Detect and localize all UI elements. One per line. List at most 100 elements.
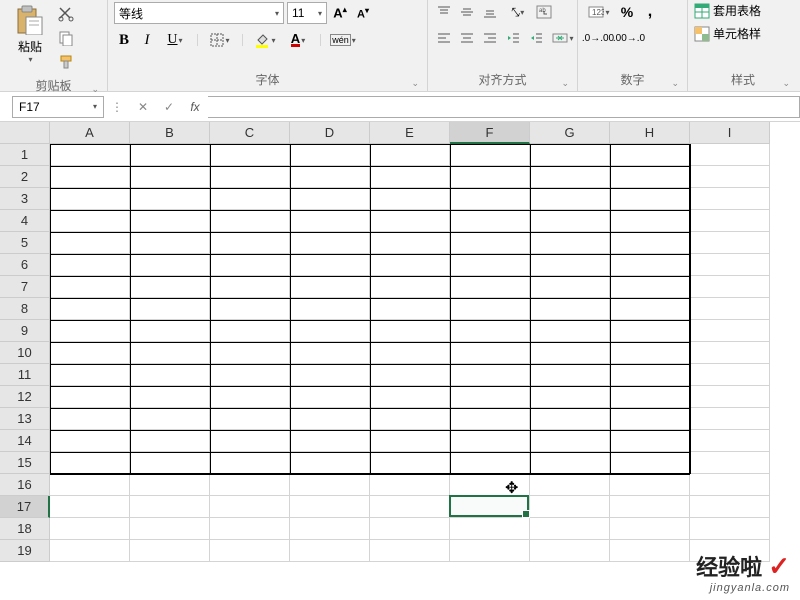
cell[interactable] [450, 430, 530, 452]
cell[interactable] [370, 430, 450, 452]
align-left-button[interactable] [434, 28, 454, 48]
row-header-18[interactable]: 18 [0, 518, 50, 540]
column-header-B[interactable]: B [130, 122, 210, 144]
cell[interactable] [690, 166, 770, 188]
row-header-17[interactable]: 17 [0, 496, 50, 518]
cell[interactable] [370, 452, 450, 474]
cell[interactable] [450, 364, 530, 386]
cell[interactable] [50, 386, 130, 408]
cell[interactable] [370, 144, 450, 166]
cell[interactable] [50, 474, 130, 496]
cell[interactable] [370, 474, 450, 496]
cell[interactable] [690, 298, 770, 320]
cell[interactable] [610, 342, 690, 364]
column-header-C[interactable]: C [210, 122, 290, 144]
cells-area[interactable] [50, 144, 770, 562]
copy-button[interactable] [56, 28, 76, 48]
cell[interactable] [370, 232, 450, 254]
row-header-11[interactable]: 11 [0, 364, 50, 386]
cell[interactable] [610, 166, 690, 188]
font-size-select[interactable]: 11 ▾ [287, 2, 327, 24]
cell[interactable] [50, 430, 130, 452]
column-header-A[interactable]: A [50, 122, 130, 144]
cell[interactable] [290, 540, 370, 562]
align-top-button[interactable] [434, 2, 454, 22]
cell[interactable] [210, 188, 290, 210]
column-header-D[interactable]: D [290, 122, 370, 144]
accounting-format-button[interactable]: 123▾ [584, 2, 614, 22]
row-header-4[interactable]: 4 [0, 210, 50, 232]
cell[interactable] [370, 276, 450, 298]
cell[interactable] [210, 342, 290, 364]
row-header-19[interactable]: 19 [0, 540, 50, 562]
cell[interactable] [530, 496, 610, 518]
cell[interactable] [50, 540, 130, 562]
cell[interactable] [610, 518, 690, 540]
cell[interactable] [690, 518, 770, 540]
row-header-10[interactable]: 10 [0, 342, 50, 364]
cell[interactable] [210, 166, 290, 188]
cell[interactable] [290, 320, 370, 342]
cell[interactable] [290, 430, 370, 452]
align-middle-button[interactable] [457, 2, 477, 22]
cell[interactable] [210, 386, 290, 408]
cell[interactable] [370, 210, 450, 232]
row-header-5[interactable]: 5 [0, 232, 50, 254]
cell[interactable] [370, 386, 450, 408]
increase-font-button[interactable]: A▴ [330, 3, 350, 23]
cell[interactable] [130, 342, 210, 364]
cell[interactable] [290, 496, 370, 518]
cell[interactable] [370, 342, 450, 364]
cell[interactable] [450, 320, 530, 342]
cell[interactable] [50, 144, 130, 166]
cell[interactable] [370, 540, 450, 562]
cell[interactable] [130, 320, 210, 342]
cell[interactable] [610, 540, 690, 562]
decrease-indent-button[interactable] [503, 28, 523, 48]
cell[interactable] [610, 276, 690, 298]
cell[interactable] [530, 144, 610, 166]
cell[interactable] [610, 210, 690, 232]
cell[interactable] [530, 430, 610, 452]
cell[interactable] [370, 364, 450, 386]
cell[interactable] [50, 166, 130, 188]
select-all-corner[interactable] [0, 122, 50, 144]
cell[interactable] [530, 320, 610, 342]
cell[interactable] [450, 166, 530, 188]
expand-formula-bar-button[interactable]: ⋮ [104, 96, 130, 118]
cell[interactable] [450, 452, 530, 474]
cell[interactable] [210, 364, 290, 386]
cell[interactable] [130, 210, 210, 232]
cell[interactable] [530, 166, 610, 188]
format-painter-button[interactable] [56, 52, 76, 72]
cell[interactable] [370, 254, 450, 276]
cell[interactable] [210, 474, 290, 496]
cell[interactable] [130, 232, 210, 254]
row-header-2[interactable]: 2 [0, 166, 50, 188]
cell[interactable] [210, 540, 290, 562]
cell[interactable] [290, 452, 370, 474]
cell[interactable] [210, 452, 290, 474]
cell[interactable] [210, 298, 290, 320]
cell[interactable] [290, 144, 370, 166]
row-header-12[interactable]: 12 [0, 386, 50, 408]
cell[interactable] [450, 298, 530, 320]
bold-button[interactable]: B [114, 30, 134, 50]
cell[interactable] [130, 408, 210, 430]
enter-button[interactable]: ✓ [156, 96, 182, 118]
cell[interactable] [690, 452, 770, 474]
cell[interactable] [370, 166, 450, 188]
wrap-text-button[interactable]: ab [534, 2, 554, 22]
cell[interactable] [610, 474, 690, 496]
paste-button[interactable]: 粘贴 ▾ [6, 2, 54, 66]
cell[interactable] [610, 320, 690, 342]
cell[interactable] [290, 364, 370, 386]
cell[interactable] [130, 452, 210, 474]
cell[interactable] [610, 496, 690, 518]
cell[interactable] [290, 276, 370, 298]
cell[interactable] [290, 474, 370, 496]
column-header-F[interactable]: F [450, 122, 530, 144]
cell[interactable] [610, 408, 690, 430]
underline-button[interactable]: U▾ [160, 30, 190, 50]
cell[interactable] [530, 540, 610, 562]
